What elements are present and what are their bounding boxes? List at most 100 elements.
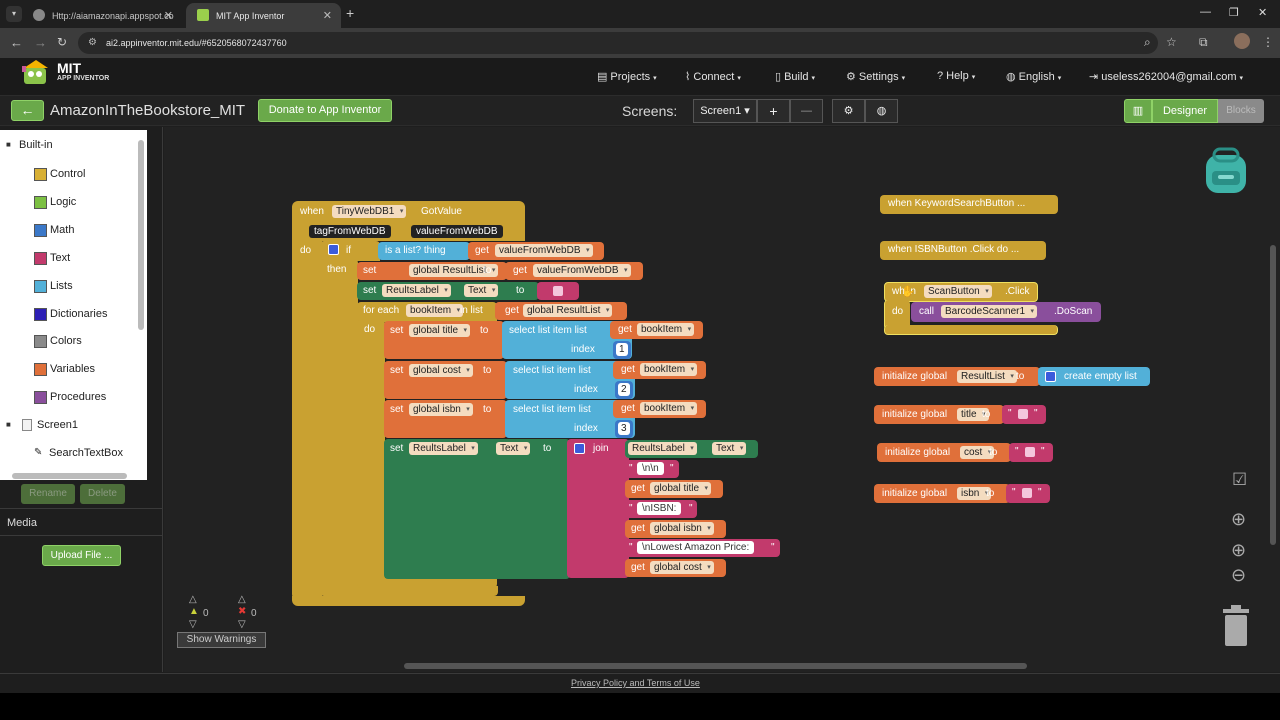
palette-horizontal-scrollbar[interactable]: [12, 473, 127, 479]
donate-button[interactable]: Donate to App Inventor: [258, 99, 392, 122]
add-screen-button[interactable]: +: [757, 99, 790, 123]
blocks-button[interactable]: Blocks: [1218, 99, 1264, 123]
param-tag[interactable]: tagFromWebDB: [309, 225, 391, 238]
block-set-global-isbn[interactable]: set global isbn to: [384, 400, 507, 438]
block-string-lowest-price[interactable]: " \nLowest Amazon Price: ": [625, 539, 780, 557]
block-get-global-resultlist[interactable]: get global ResultList: [495, 302, 627, 320]
block-get-global-title[interactable]: get global title: [625, 480, 723, 498]
menu-projects[interactable]: ▤ Projects ▾: [597, 70, 657, 83]
builtin-group[interactable]: ■ Built-in: [0, 135, 140, 155]
block-empty-string-isbn[interactable]: " ": [1006, 484, 1050, 503]
menu-settings[interactable]: ⚙ Settings ▾: [846, 70, 905, 83]
profile-avatar[interactable]: [1234, 33, 1250, 49]
menu-account[interactable]: ⇥ useless262004@gmail.com ▾: [1089, 70, 1243, 83]
project-properties-icon[interactable]: ⚙: [832, 99, 865, 123]
privacy-policy-link[interactable]: Privacy Policy and Terms of Use: [571, 678, 700, 688]
tab-search-icon[interactable]: ▾: [6, 6, 22, 22]
remove-screen-button[interactable]: —: [790, 99, 823, 123]
browser-tab-app-inventor[interactable]: MIT App Inventor ✕: [186, 3, 341, 28]
block-create-empty-list[interactable]: create empty list: [1038, 367, 1150, 386]
menu-connect[interactable]: ⌇ Connect ▾: [685, 70, 741, 83]
block-number-3[interactable]: 3: [615, 420, 633, 438]
block-init-global-cost[interactable]: initialize global cost to: [877, 443, 1011, 462]
collapse-icon[interactable]: ■: [6, 415, 11, 435]
block-empty-string-cost[interactable]: " ": [1009, 443, 1053, 462]
back-to-projects-button[interactable]: ←: [11, 100, 44, 121]
block-empty-string[interactable]: [537, 282, 579, 300]
block-string-isbn[interactable]: " \nISBN: ": [625, 500, 697, 518]
block-get-bookitem-3[interactable]: get bookItem: [613, 400, 706, 418]
mutator-gear-icon[interactable]: [1045, 371, 1056, 382]
workspace-horizontal-scrollbar[interactable]: [404, 663, 1027, 669]
block-get-global-cost[interactable]: get global cost: [625, 559, 726, 577]
collapse-icon[interactable]: ■: [6, 135, 11, 155]
back-icon[interactable]: ←: [10, 35, 23, 50]
site-info-icon[interactable]: ⚙: [88, 32, 97, 54]
reload-icon[interactable]: ↻: [57, 35, 67, 49]
preview-globe-icon[interactable]: ◍: [865, 99, 898, 123]
extensions-icon[interactable]: ⧉: [1199, 35, 1208, 50]
rename-button[interactable]: Rename: [21, 484, 75, 504]
block-get-valuefromwebdb[interactable]: get valueFromWebDB: [468, 242, 604, 260]
block-is-a-list[interactable]: is a list? thing: [378, 242, 470, 260]
block-reultslabel-text-getter[interactable]: ReultsLabel Text: [625, 440, 758, 458]
block-init-global-resultlist[interactable]: initialize global ResultList to: [874, 367, 1040, 386]
error-down-arrow-icon[interactable]: ▽: [238, 619, 246, 630]
zoom-in-icon[interactable]: ⊕: [1231, 540, 1246, 561]
url-input[interactable]: ⚙ ai2.appinventor.mit.edu/#6520568072437…: [78, 32, 1158, 54]
block-call-barcodescanner-doscan[interactable]: call BarcodeScanner1 .DoScan: [911, 302, 1101, 322]
error-up-arrow-icon[interactable]: △: [238, 594, 246, 605]
block-number-2[interactable]: 2: [615, 381, 633, 399]
block-get-bookitem-2[interactable]: get bookItem: [613, 361, 706, 379]
block-string-newlines[interactable]: " \n\n ": [625, 460, 679, 478]
block-get-valuefromwebdb-2[interactable]: get valueFromWebDB: [505, 262, 643, 280]
block-set-reultslabel-text-join[interactable]: set ReultsLabel Text to: [384, 439, 570, 579]
delete-button[interactable]: Delete: [80, 484, 125, 504]
warning-up-arrow-icon[interactable]: △: [189, 594, 197, 605]
menu-build[interactable]: ▯ Build ▾: [775, 70, 815, 83]
zoom-out-icon[interactable]: ⊖: [1231, 565, 1246, 586]
block-set-global-title[interactable]: set global title to: [384, 321, 504, 359]
backpack-icon[interactable]: [1200, 145, 1252, 197]
mit-app-inventor-logo-icon[interactable]: [20, 58, 52, 86]
forward-icon[interactable]: →: [34, 35, 47, 50]
palette-vertical-scrollbar[interactable]: [138, 140, 144, 330]
upload-file-button[interactable]: Upload File ...: [42, 545, 121, 566]
designer-layout-icon[interactable]: ▥: [1124, 99, 1152, 123]
maximize-icon[interactable]: ❐: [1229, 6, 1239, 19]
block-when-keywordsearchbutton-collapsed[interactable]: when KeywordSearchButton ...: [880, 195, 1058, 214]
block-set-reultslabel-text[interactable]: set ReultsLabel Text to: [357, 282, 539, 300]
block-number-1[interactable]: 1: [613, 341, 631, 359]
close-tab-icon[interactable]: ✕: [164, 9, 173, 22]
block-init-global-title[interactable]: initialize global title to: [874, 405, 1004, 424]
block-get-global-isbn[interactable]: get global isbn: [625, 520, 726, 538]
block-when-isbnbutton-collapsed[interactable]: when ISBNButton .Click do ...: [880, 241, 1046, 260]
workspace-vertical-scrollbar[interactable]: [1270, 245, 1276, 545]
browser-tab-aiamazonapi[interactable]: Http://aiamazonapi.appspot.co ✕: [22, 3, 182, 28]
warning-down-arrow-icon[interactable]: ▽: [189, 619, 197, 630]
minimize-icon[interactable]: —: [1200, 6, 1211, 18]
screen-select[interactable]: Screen1 ▾: [693, 99, 757, 123]
recenter-icon[interactable]: ⊕: [1231, 509, 1246, 530]
zoom-icon[interactable]: ⌕: [1144, 35, 1151, 50]
show-warnings-button[interactable]: Show Warnings: [177, 632, 266, 648]
menu-help[interactable]: ? Help ▾: [937, 70, 975, 82]
cleanup-icon[interactable]: ☑: [1232, 470, 1247, 490]
bookmark-star-icon[interactable]: ☆: [1166, 35, 1177, 49]
mutator-gear-icon[interactable]: [328, 244, 339, 255]
screen1-group[interactable]: ■ Screen1: [0, 415, 140, 435]
block-get-bookitem-1[interactable]: get bookItem: [610, 321, 703, 339]
component-dropdown[interactable]: TinyWebDB1: [332, 205, 407, 218]
block-init-global-isbn[interactable]: initialize global isbn to: [874, 484, 1010, 503]
param-value[interactable]: valueFromWebDB: [411, 225, 503, 238]
close-tab-icon[interactable]: ✕: [323, 9, 332, 22]
menu-language[interactable]: ◍ English ▾: [1006, 70, 1061, 83]
new-tab-icon[interactable]: +: [346, 5, 354, 21]
block-set-global-cost[interactable]: set global cost to: [384, 361, 507, 399]
close-window-icon[interactable]: ✕: [1258, 6, 1267, 19]
mutator-gear-icon[interactable]: [574, 443, 585, 454]
trash-icon[interactable]: [1221, 605, 1251, 647]
browser-menu-icon[interactable]: ⋮: [1262, 35, 1274, 49]
block-join[interactable]: join: [567, 439, 629, 578]
designer-button[interactable]: Designer: [1152, 99, 1218, 123]
